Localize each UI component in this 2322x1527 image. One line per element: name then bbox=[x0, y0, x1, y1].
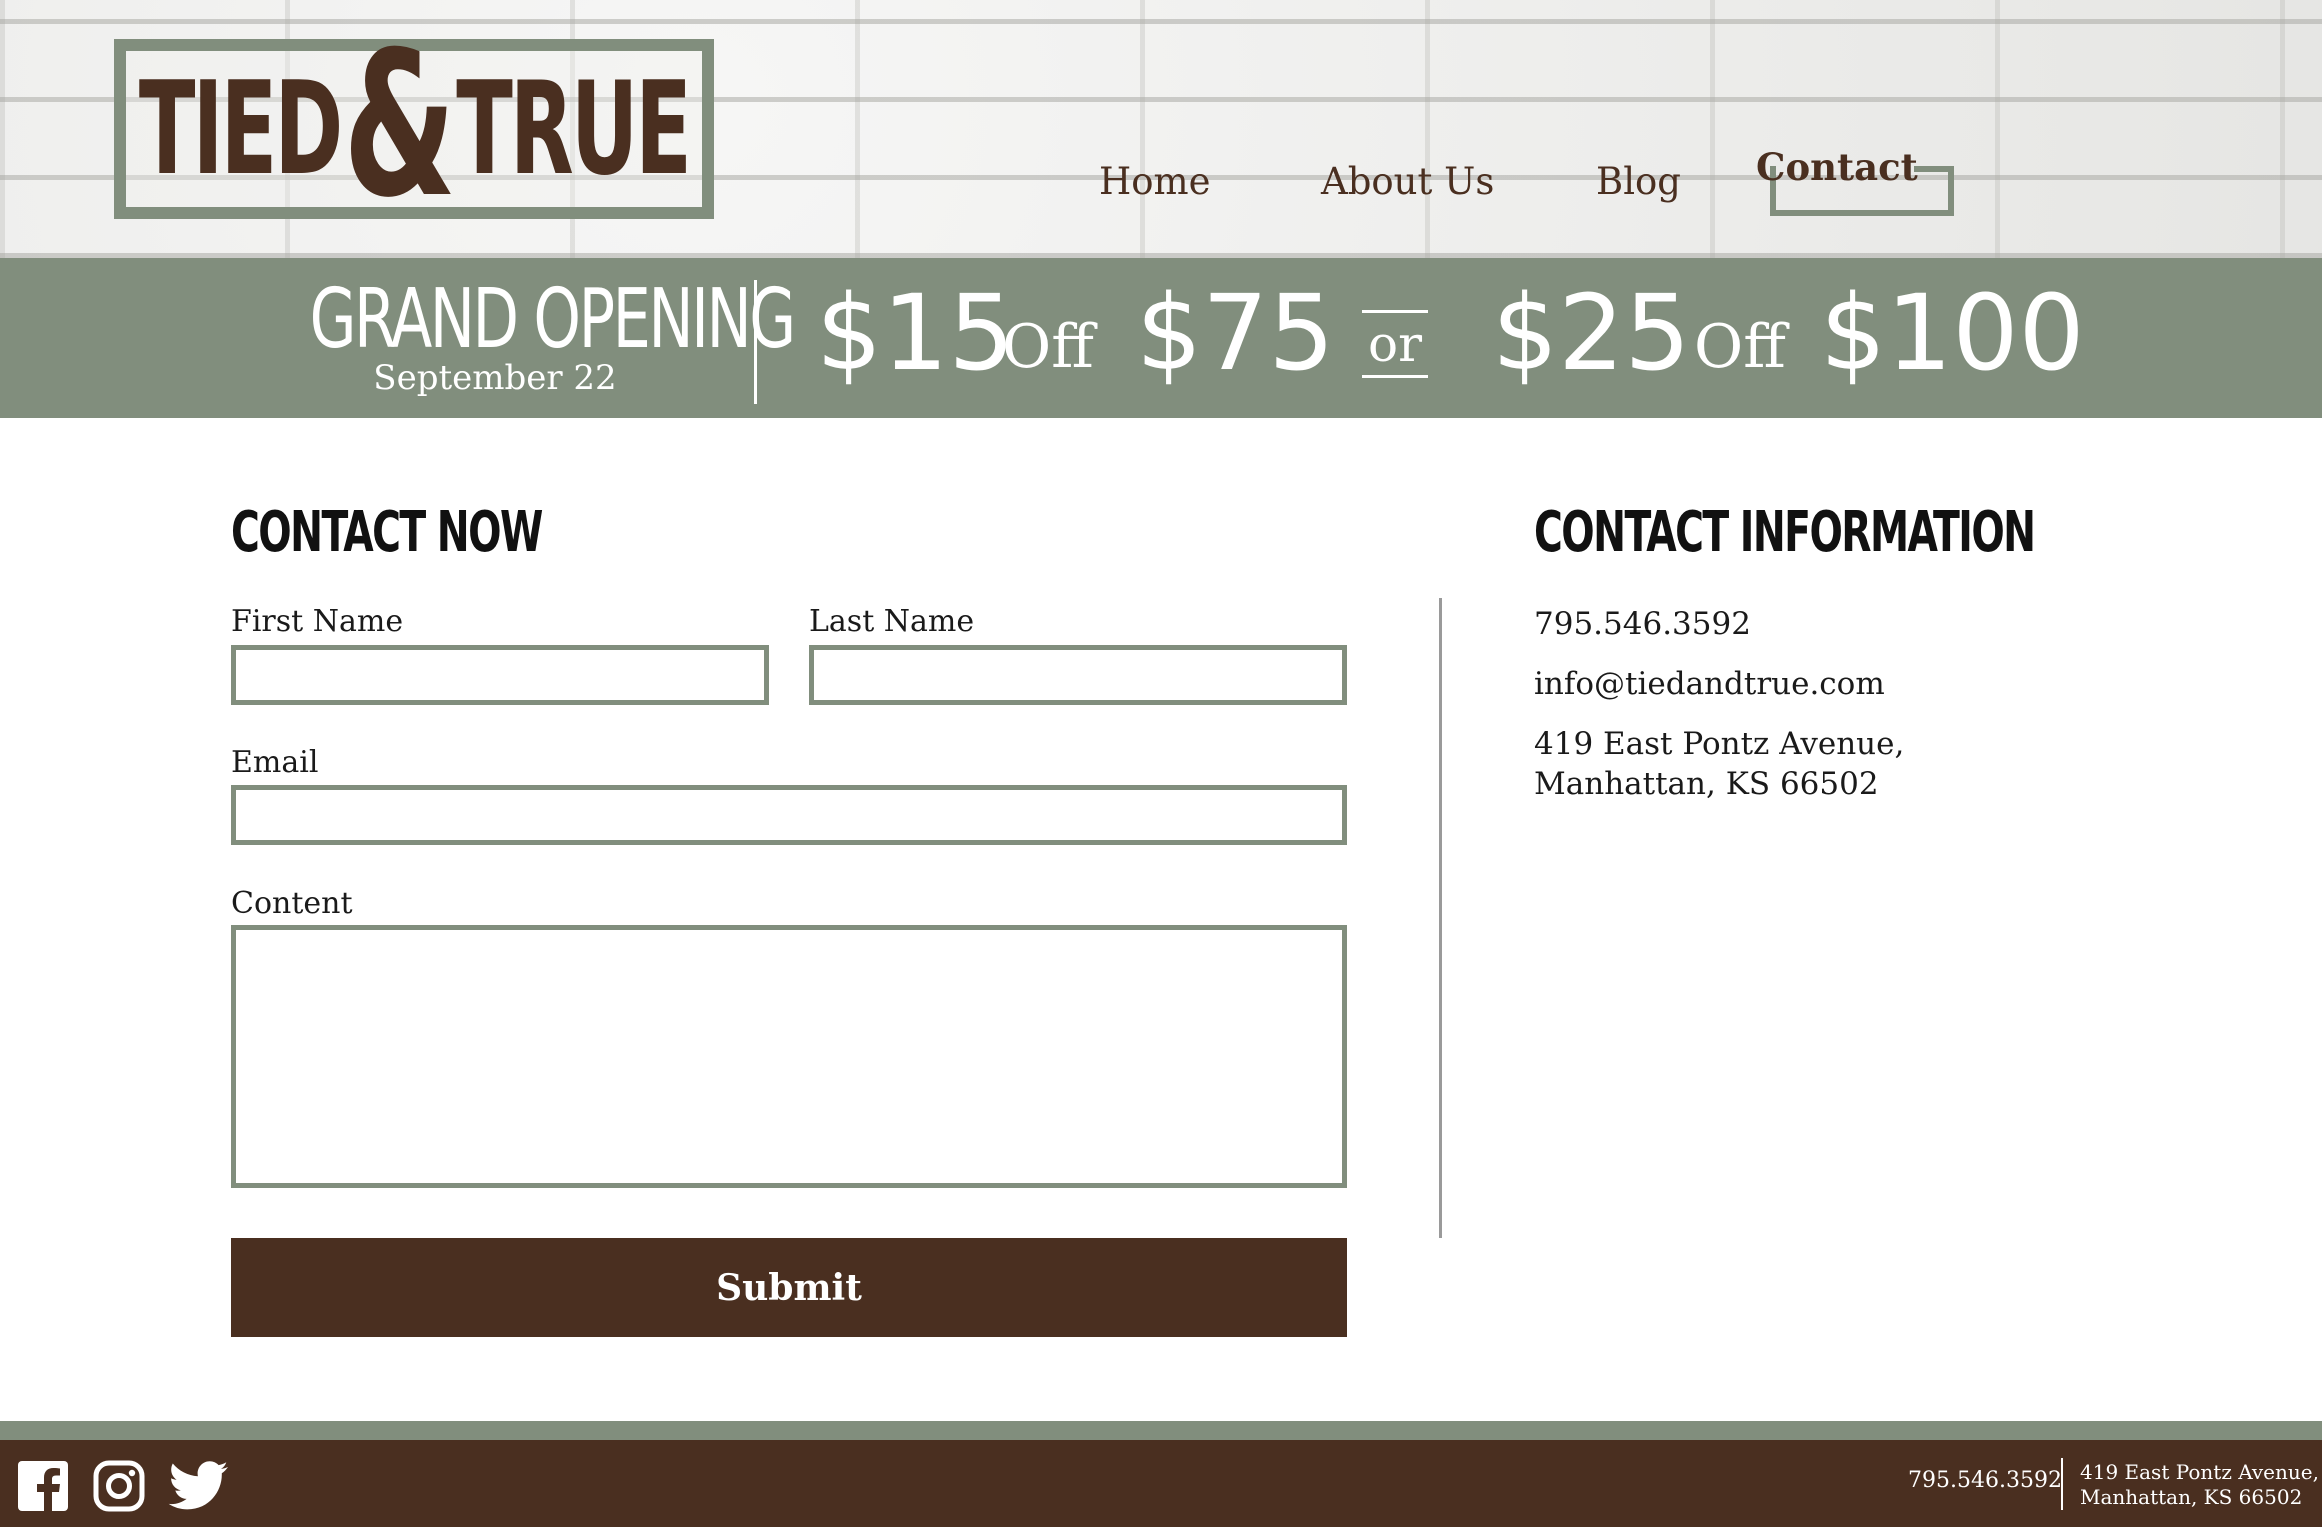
offer-separator: or bbox=[1362, 310, 1428, 378]
or-text: or bbox=[1367, 315, 1422, 373]
content-textarea[interactable] bbox=[231, 925, 1347, 1188]
first-name-field[interactable] bbox=[231, 645, 769, 705]
contact-now-heading: CONTACT NOW bbox=[231, 500, 543, 565]
logo[interactable]: TIED & TRUE bbox=[114, 9, 714, 242]
header: TIED & TRUE Home About Us Blog Contact bbox=[0, 0, 2322, 258]
contact-email[interactable]: info@tiedandtrue.com bbox=[1534, 664, 1885, 704]
offer2-threshold: $100 bbox=[1820, 272, 2085, 394]
content-label: Content bbox=[231, 886, 353, 921]
promo-banner: GRAND OPENING September 22 $15 Off $75 o… bbox=[0, 258, 2322, 418]
offer1-off: Off bbox=[1002, 312, 1094, 382]
email-label: Email bbox=[231, 745, 319, 780]
footer-address-line2: Manhattan, KS 66502 bbox=[2080, 1485, 2303, 1509]
offer2-amount: $25 bbox=[1492, 272, 1691, 394]
banner-title: GRAND OPENING bbox=[309, 272, 797, 367]
instagram-icon[interactable] bbox=[93, 1460, 145, 1512]
or-line-bottom bbox=[1362, 375, 1428, 378]
contact-phone: 795.546.3592 bbox=[1534, 606, 1751, 642]
offer1-amount: $15 bbox=[816, 272, 1015, 394]
email-field[interactable] bbox=[231, 785, 1347, 845]
nav-item-home[interactable]: Home bbox=[1099, 160, 1211, 203]
banner-divider bbox=[754, 280, 757, 404]
logo-word-true: TRUE bbox=[456, 54, 692, 204]
column-divider bbox=[1439, 598, 1442, 1238]
offer2-off: Off bbox=[1694, 312, 1786, 382]
logo-word-tied: TIED bbox=[138, 54, 343, 204]
footer-divider bbox=[2061, 1458, 2063, 1510]
logo-ampersand: & bbox=[343, 8, 456, 242]
banner-date: September 22 bbox=[373, 358, 617, 398]
last-name-field[interactable] bbox=[809, 645, 1347, 705]
twitter-icon[interactable] bbox=[168, 1460, 230, 1512]
last-name-label: Last Name bbox=[809, 604, 975, 639]
footer-address: 419 East Pontz Avenue, Manhattan, KS 665… bbox=[2080, 1460, 2319, 1510]
nav-active-bracket-top bbox=[1914, 166, 1954, 172]
nav-item-contact[interactable]: Contact bbox=[1756, 145, 1918, 189]
nav-item-blog[interactable]: Blog bbox=[1596, 160, 1681, 203]
footer: 795.546.3592 419 East Pontz Avenue, Manh… bbox=[0, 1440, 2322, 1527]
contact-information-heading: CONTACT INFORMATION bbox=[1534, 500, 2036, 565]
submit-button[interactable]: Submit bbox=[231, 1238, 1347, 1337]
facebook-icon[interactable] bbox=[17, 1460, 69, 1512]
footer-phone: 795.546.3592 bbox=[1908, 1468, 2062, 1493]
footer-address-line1: 419 East Pontz Avenue, bbox=[2080, 1460, 2319, 1484]
first-name-label: First Name bbox=[231, 604, 404, 639]
contact-address-line1: 419 East Pontz Avenue, bbox=[1534, 726, 1905, 762]
offer1-threshold: $75 bbox=[1136, 272, 1335, 394]
contact-address-line2: Manhattan, KS 66502 bbox=[1534, 766, 1879, 802]
footer-stripe bbox=[0, 1421, 2322, 1440]
logo-wordmark: TIED & TRUE bbox=[139, 9, 692, 242]
nav-item-about-us[interactable]: About Us bbox=[1321, 160, 1494, 203]
